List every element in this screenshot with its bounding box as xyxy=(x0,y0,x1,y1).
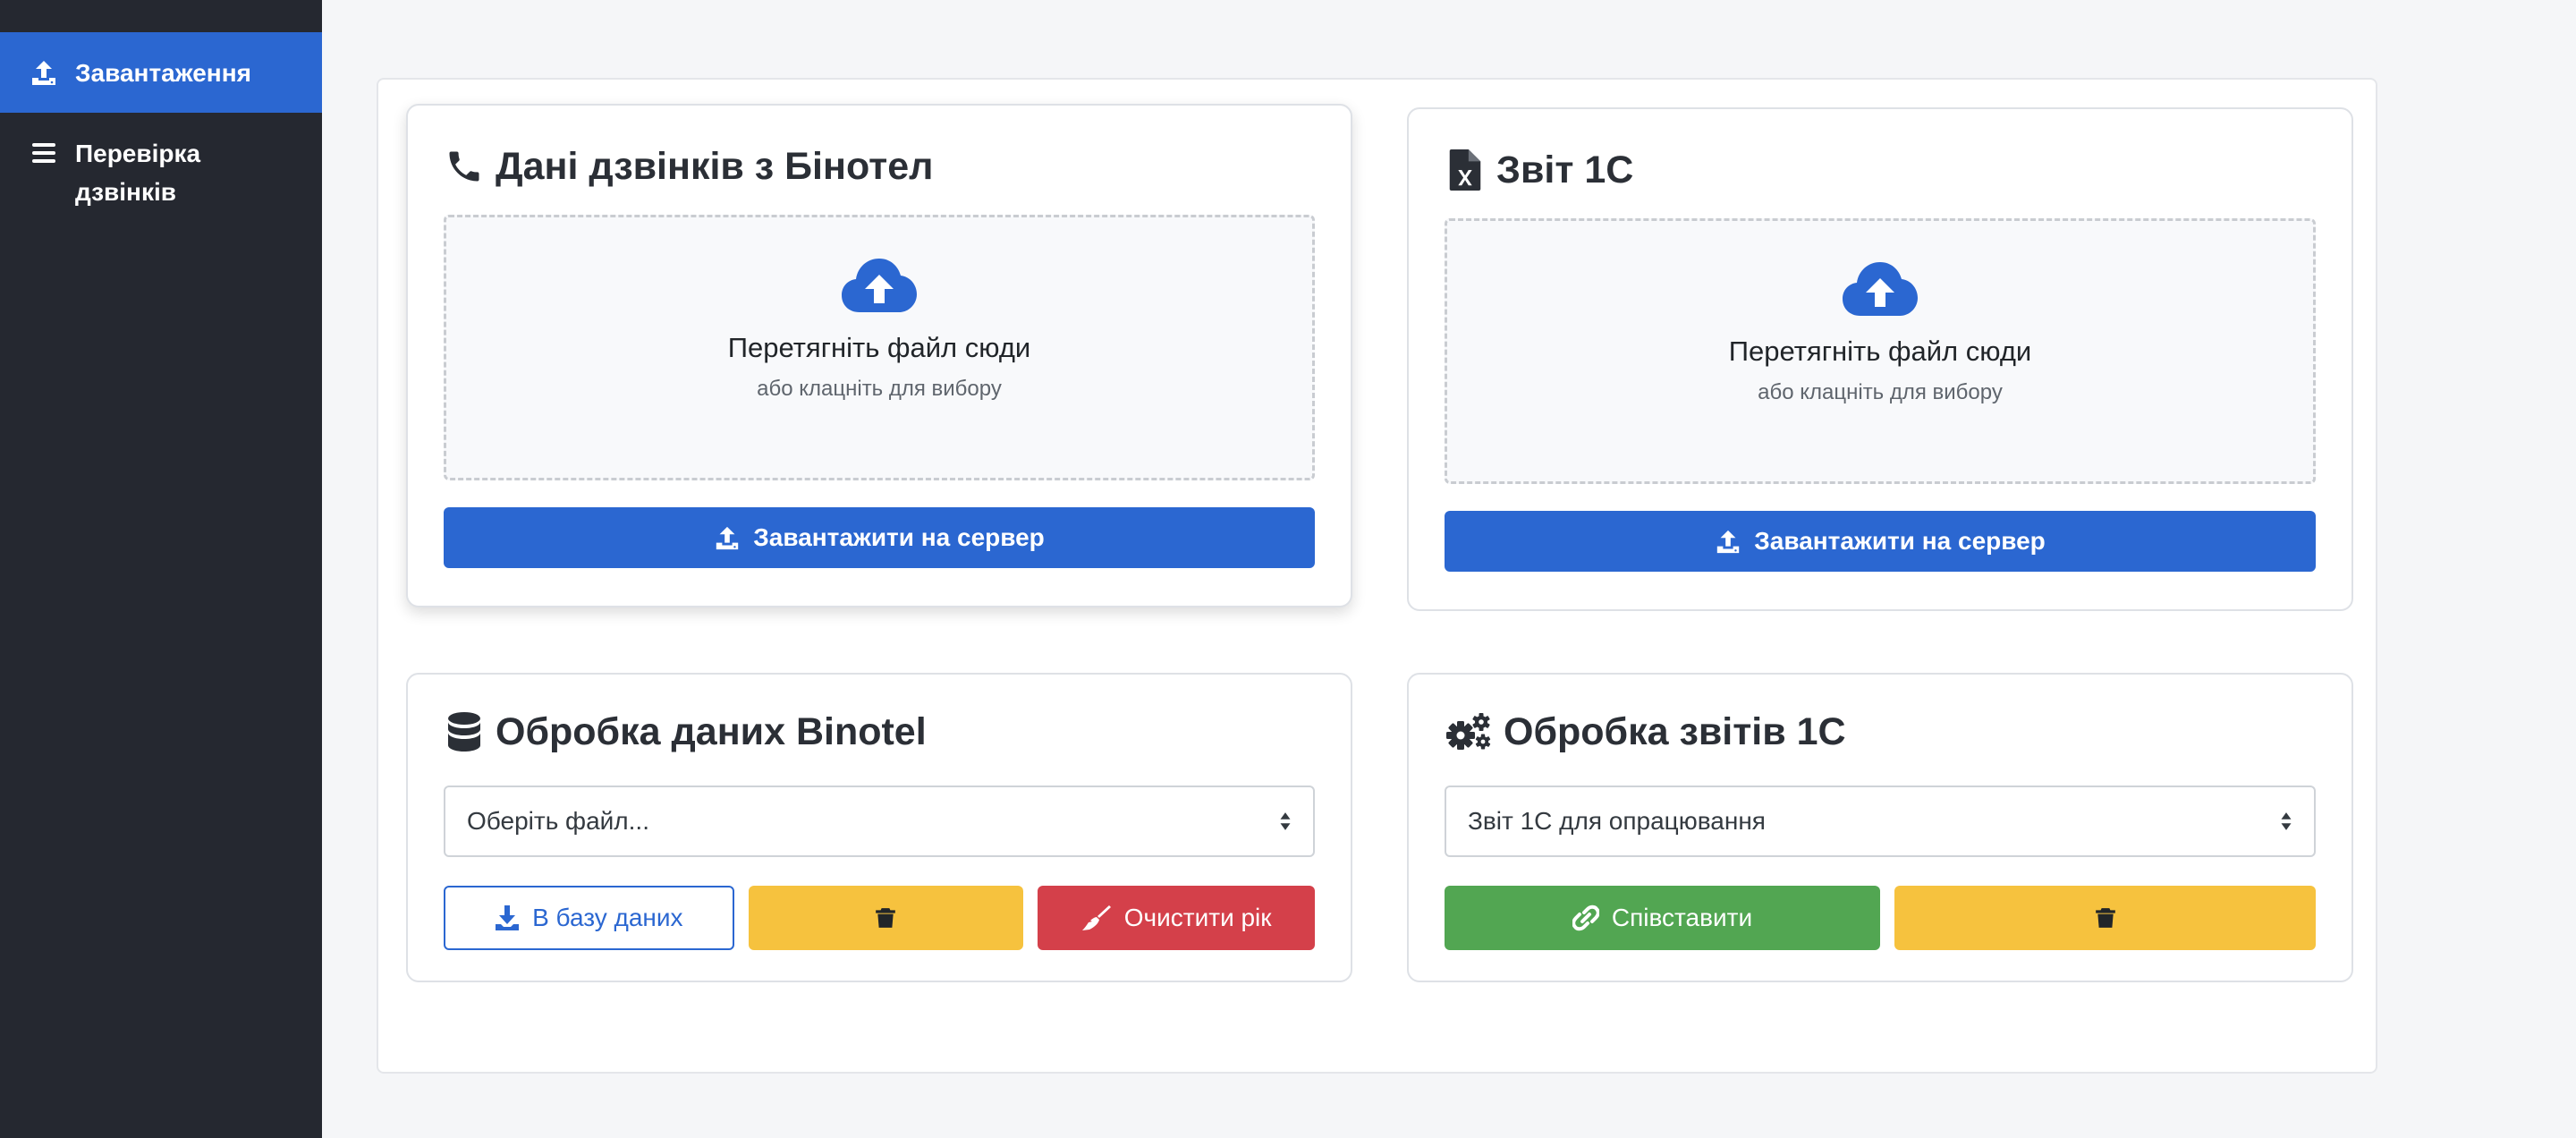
binotel-upload-card: Дані дзвінків з Бінотел Перетягніть файл… xyxy=(406,104,1352,607)
sort-icon xyxy=(2280,811,2292,831)
upload-icon xyxy=(714,524,741,551)
button-label: В базу даних xyxy=(532,904,683,931)
sidebar-item-upload[interactable]: Завантаження xyxy=(0,32,322,113)
select-value: Звіт 1С для опрацювання xyxy=(1468,807,1766,835)
card-title-text: Дані дзвінків з Бінотел xyxy=(496,144,934,188)
dropzone-subtitle: або клацніть для вибору xyxy=(1758,380,2003,404)
button-label: Співставити xyxy=(1611,904,1753,931)
report-process-title-row: Обробка звітів 1С xyxy=(1445,705,2316,759)
binotel-process-title-row: Обробка даних Binotel xyxy=(444,705,1315,759)
sidebar-item-label: Завантаження xyxy=(75,58,251,87)
binotel-file-select[interactable]: Оберіть файл... xyxy=(444,786,1315,857)
cogs-icon xyxy=(1445,711,1493,752)
card-title-text: Обробка даних Binotel xyxy=(496,709,927,753)
clear-year-button[interactable]: Очистити рік xyxy=(1038,886,1315,950)
binotel-dropzone[interactable]: Перетягніть файл сюди або клацніть для в… xyxy=(444,215,1315,480)
upload-icon xyxy=(29,57,59,88)
cloud-upload-icon xyxy=(842,257,917,314)
delete-report-button[interactable] xyxy=(1894,886,2316,950)
trash-icon xyxy=(2094,905,2117,930)
sidebar-item-label: Перевірка дзвінків xyxy=(75,140,201,206)
report-process-card: Обробка звітів 1С Звіт 1С для опрацюванн… xyxy=(1407,673,2353,982)
report-upload-button[interactable]: Завантажити на сервер xyxy=(1445,511,2316,572)
to-database-button[interactable]: В базу даних xyxy=(444,886,734,950)
main-container: Дані дзвінків з Бінотел Перетягніть файл… xyxy=(377,78,2377,1074)
file-excel-icon xyxy=(1445,149,1486,191)
report-upload-card: Звіт 1С Перетягніть файл сюди або клацні… xyxy=(1407,107,2353,611)
select-value: Оберіть файл... xyxy=(467,807,649,835)
bars-icon xyxy=(29,138,59,168)
dropzone-subtitle: або клацніть для вибору xyxy=(757,377,1002,401)
report-upload-title-row: Звіт 1С xyxy=(1445,143,2316,197)
dropzone-title: Перетягніть файл сюди xyxy=(1728,335,2032,367)
phone-icon xyxy=(444,146,485,187)
download-icon xyxy=(496,905,520,930)
broom-icon xyxy=(1081,905,1111,930)
report-file-select[interactable]: Звіт 1С для опрацювання xyxy=(1445,786,2316,857)
binotel-upload-title-row: Дані дзвінків з Бінотел xyxy=(444,140,1315,193)
card-title-text: Обробка звітів 1С xyxy=(1504,709,1846,753)
binotel-actions: В базу даних Очистити рік xyxy=(444,886,1315,950)
sidebar-item-call-check[interactable]: Перевірка дзвінків xyxy=(0,120,322,225)
upload-icon xyxy=(1715,528,1741,555)
binotel-upload-button[interactable]: Завантажити на сервер xyxy=(444,507,1315,568)
delete-file-button[interactable] xyxy=(748,886,1024,950)
trash-icon xyxy=(874,905,897,930)
cloud-upload-icon xyxy=(1843,260,1918,318)
button-label: Завантажити на сервер xyxy=(753,523,1045,551)
report-dropzone[interactable]: Перетягніть файл сюди або клацніть для в… xyxy=(1445,218,2316,484)
dropzone-title: Перетягніть файл сюди xyxy=(727,332,1031,363)
card-title-text: Звіт 1С xyxy=(1496,148,1634,191)
sidebar: Завантаження Перевірка дзвінків xyxy=(0,0,322,1138)
sort-icon xyxy=(1279,811,1292,831)
match-button[interactable]: Співставити xyxy=(1445,886,1880,950)
database-icon xyxy=(444,711,485,752)
report-actions: Співставити xyxy=(1445,886,2316,950)
button-label: Завантажити на сервер xyxy=(1754,527,2046,555)
button-label: Очистити рік xyxy=(1123,904,1272,931)
link-icon xyxy=(1572,904,1599,931)
binotel-process-card: Обробка даних Binotel Оберіть файл... В … xyxy=(406,673,1352,982)
